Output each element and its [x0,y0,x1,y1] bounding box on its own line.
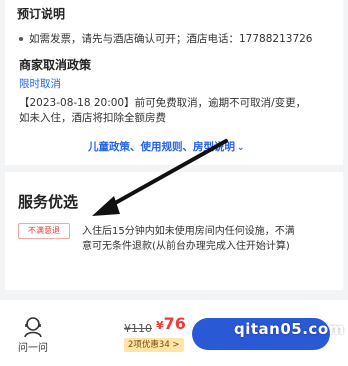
annotation-arrow [92,139,228,216]
